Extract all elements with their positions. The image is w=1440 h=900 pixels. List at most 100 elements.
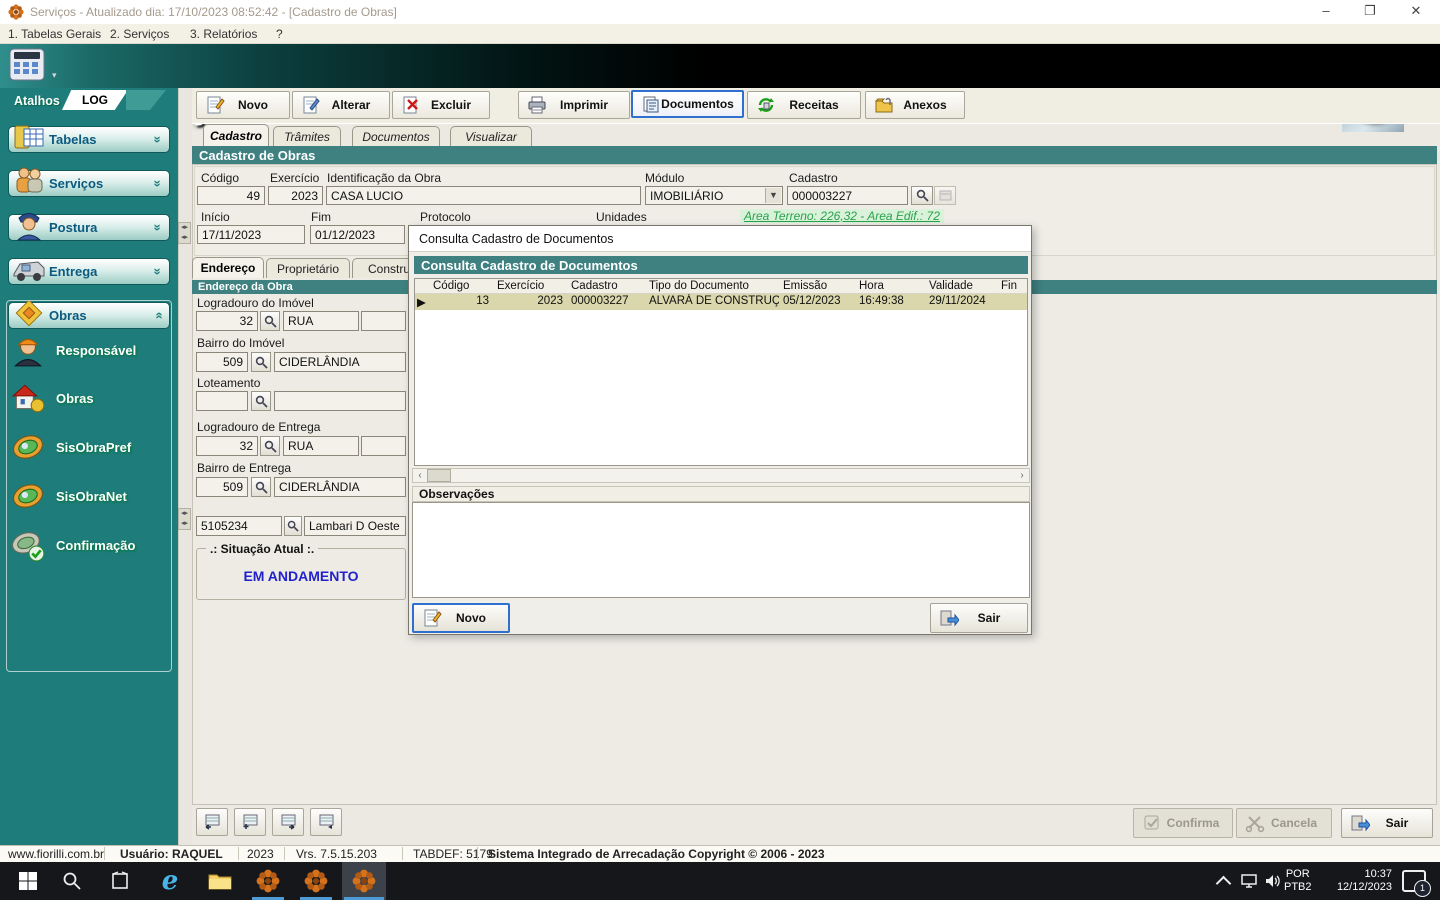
bairro-entrega-search-button[interactable] [251,477,271,497]
alterar-button[interactable]: Alterar [292,91,390,119]
restore-button[interactable]: ❐ [1352,0,1388,24]
col-codigo[interactable]: Código [429,279,493,293]
chevron-down-icon[interactable]: » [151,173,166,195]
col-exercicio[interactable]: Exercício [493,279,567,293]
task-view-button[interactable] [100,862,140,900]
dialog-sair-button[interactable]: Sair [930,603,1028,633]
menu-relatorios[interactable]: 3. Relatórios [190,24,257,44]
subtab-proprietario[interactable]: Proprietário [266,258,350,278]
footer-sair-button[interactable]: Sair [1341,808,1433,838]
record-next-button[interactable] [272,808,304,836]
taskbar-search-button[interactable] [52,862,92,900]
start-button[interactable] [8,862,48,900]
logradouro-imovel-tipo-field[interactable]: RUA [283,311,359,331]
minimize-button[interactable]: – [1308,0,1344,24]
logradouro-imovel-cod-field[interactable]: 32 [196,311,258,331]
tab-visualizar[interactable]: Visualizar [450,126,532,146]
record-insert-button[interactable] [234,808,266,836]
subtab-endereco[interactable]: Endereço [192,257,264,278]
close-button[interactable]: ✕ [1398,0,1434,24]
internet-explorer-button[interactable]: e [148,862,192,900]
col-cadastro[interactable]: Cadastro [567,279,645,293]
bairro-imovel-nome-field[interactable]: CIDERLÂNDIA [274,352,406,372]
volume-tray-icon[interactable] [1260,862,1286,900]
logradouro-entrega-nome-field[interactable] [361,436,406,456]
observacoes-textarea[interactable] [412,502,1030,598]
bairro-imovel-cod-field[interactable]: 509 [196,352,248,372]
dialog-novo-button[interactable]: Novo [412,603,510,633]
imprimir-button[interactable]: Imprimir [518,91,630,119]
scroll-thumb[interactable] [427,469,451,482]
loteamento-nome-field[interactable] [274,391,406,411]
cidade-cod-field[interactable]: 5105234 [196,516,282,536]
bairro-imovel-search-button[interactable] [251,352,271,372]
cidade-search-button[interactable] [284,516,302,536]
receitas-button[interactable]: Receitas [747,91,861,119]
documents-grid[interactable]: Código Exercício Cadastro Tipo do Docume… [414,278,1028,466]
modulo-select[interactable]: IMOBILIÁRIO ▼ [645,186,783,205]
bairro-entrega-cod-field[interactable]: 509 [196,477,248,497]
table-row[interactable]: ▶ 13 2023 000003227 ALVARÁ DE CONSTRUÇ 0… [415,294,1027,310]
menu-help[interactable]: ? [276,24,283,44]
chevron-down-icon[interactable]: » [151,261,166,283]
anexos-button[interactable]: Anexos [865,91,965,119]
menu-servicos[interactable]: 2. Serviços [110,24,169,44]
tab-tramites[interactable]: Trâmites [273,126,341,146]
language-indicator[interactable]: POR PTB2 [1284,868,1312,894]
sidebar-splitter[interactable] [178,88,192,845]
col-emissao[interactable]: Emissão [779,279,855,293]
cadastro-search-button[interactable] [911,186,933,205]
fiorilli-app-2-button[interactable] [294,862,338,900]
combo-arrow-icon[interactable]: ▼ [765,188,781,203]
tray-expand-button[interactable] [1210,862,1236,900]
identificacao-field[interactable]: CASA LUCIO [326,186,641,205]
exercicio-field[interactable]: 2023 [268,186,323,205]
chevron-down-icon[interactable]: » [151,217,166,239]
sidebar-item-obras-sub[interactable]: Obras [10,376,170,420]
sidebar-scroll-top[interactable]: ◂▸◂▸ [178,222,191,244]
confirma-button[interactable]: Confirma [1133,808,1233,838]
cancela-button[interactable]: Cancela [1236,808,1332,838]
record-first-button[interactable] [196,808,228,836]
documentos-button[interactable]: Documentos [631,90,744,118]
fiorilli-app-1-button[interactable] [246,862,290,900]
col-validade[interactable]: Validade [925,279,997,293]
cadastro-field[interactable]: 000003227 [787,186,908,205]
excluir-button[interactable]: Excluir [392,91,490,119]
col-hora[interactable]: Hora [855,279,925,293]
logradouro-entrega-tipo-field[interactable]: RUA [283,436,359,456]
dialog-titlebar[interactable]: Consulta Cadastro de Documentos [409,226,1031,252]
fim-field[interactable]: 01/12/2023 [310,225,405,244]
sidebar-item-confirmacao[interactable]: Confirmação [10,523,170,567]
sidebar-scroll-bottom[interactable]: ◂▸◂▸ [178,508,191,530]
codigo-field[interactable]: 49 [197,186,265,205]
col-fin[interactable]: Fin [997,279,1027,293]
logradouro-entrega-cod-field[interactable]: 32 [196,436,258,456]
menu-tabelas-gerais[interactable]: 1. Tabelas Gerais [8,24,101,44]
network-tray-icon[interactable] [1236,862,1262,900]
header-caret-icon[interactable]: ▾ [52,70,57,81]
tab-documentos[interactable]: Documentos [352,126,440,146]
sidebar-item-responsavel[interactable]: Responsável [10,328,170,372]
bairro-entrega-nome-field[interactable]: CIDERLÂNDIA [274,477,406,497]
grid-hscrollbar[interactable]: ‹ › [412,468,1030,483]
tab-cadastro[interactable]: Cadastro [203,124,269,146]
loteamento-cod-field[interactable] [196,391,248,411]
scroll-right-arrow-icon[interactable]: › [1015,470,1029,481]
cidade-nome-field[interactable]: Lambari D Oeste [304,516,406,536]
cadastro-goto-button[interactable] [934,186,956,205]
novo-button[interactable]: Novo [196,91,290,119]
logradouro-entrega-search-button[interactable] [260,436,280,456]
col-tipo[interactable]: Tipo do Documento [645,279,779,293]
loteamento-search-button[interactable] [251,391,271,411]
scroll-left-arrow-icon[interactable]: ‹ [413,470,427,481]
sidebar-item-sisobrapref[interactable]: SisObraPref [10,425,170,469]
file-explorer-button[interactable] [198,862,242,900]
inicio-field[interactable]: 17/11/2023 [197,225,305,244]
fiorilli-app-3-button[interactable] [342,862,386,900]
notification-center-button[interactable]: 1 [1396,862,1432,900]
clock[interactable]: 10:37 12/12/2023 [1318,868,1392,894]
logradouro-imovel-nome-field[interactable] [361,311,406,331]
chevron-down-icon[interactable]: » [151,129,166,151]
logradouro-imovel-search-button[interactable] [260,311,280,331]
